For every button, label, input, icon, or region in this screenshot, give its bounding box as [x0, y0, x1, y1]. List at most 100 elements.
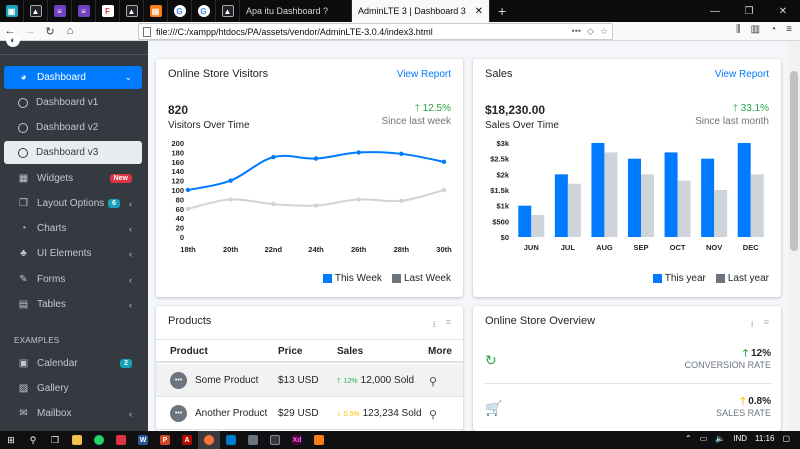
legend-swatch	[391, 274, 401, 283]
whatsapp-icon[interactable]	[88, 431, 110, 449]
envelope-icon: ✉	[19, 408, 28, 419]
pinned-tab-5[interactable]: F	[96, 0, 120, 22]
tab-apa-itu-dashboard[interactable]: Apa itu Dashboard ?	[240, 0, 352, 22]
sidebar-item-charts[interactable]: ◔ Charts ‹	[4, 217, 142, 240]
bars-icon[interactable]: ≡	[446, 317, 451, 333]
app-orange-icon[interactable]	[308, 431, 330, 449]
sales-view-report-link[interactable]: View Report	[715, 69, 769, 80]
menu-icon[interactable]: ≡	[786, 24, 792, 35]
pinned-tab-3[interactable]: ≡	[48, 0, 72, 22]
col-product: Product	[170, 346, 208, 357]
sidebar-item-forms[interactable]: ✎ Forms ‹	[4, 268, 142, 291]
sidebar-item-dashboard-v1[interactable]: Dashboard v1	[4, 91, 142, 114]
app-dark-icon[interactable]	[264, 431, 286, 449]
new-tab-button[interactable]: +	[490, 3, 514, 19]
data-point-this-week	[441, 159, 447, 164]
download-icon[interactable]: ⭳	[433, 317, 436, 333]
word-icon[interactable]: W	[132, 431, 154, 449]
pocket-icon[interactable]: ◇	[587, 26, 594, 37]
search-icon[interactable]: ⚲	[429, 408, 437, 421]
vscode-icon[interactable]	[220, 431, 242, 449]
chevron-left-icon: ‹	[129, 299, 132, 310]
sidebar-item-dashboard-v3[interactable]: Dashboard v3	[4, 141, 142, 164]
sidebar-item-dashboard[interactable]: ◕ Dashboard ⌄	[4, 66, 142, 89]
chevron-up-icon[interactable]: ⌃	[685, 434, 692, 443]
app-red-icon[interactable]	[110, 431, 132, 449]
search-icon[interactable]: ⚲	[22, 431, 44, 449]
sales-delta-label: Since last month	[695, 116, 769, 127]
scrollbar-thumb[interactable]	[790, 71, 798, 251]
sidebar-item-ui-elements[interactable]: ♣ UI Elements ‹	[4, 242, 142, 265]
task-view-icon[interactable]: ❐	[44, 431, 66, 449]
url-bar[interactable]: file:///C:/xampp/htdocs/PA/assets/vendor…	[138, 23, 613, 40]
language-indicator[interactable]: IND	[733, 434, 747, 443]
pinned-tab-10[interactable]: ▲	[216, 0, 240, 22]
page-scrollbar[interactable]	[788, 41, 800, 431]
pinned-tab-4[interactable]: ≡	[72, 0, 96, 22]
network-icon[interactable]: ▭	[700, 434, 708, 443]
pinned-tab-9[interactable]: G	[192, 0, 216, 22]
pinned-tab-8[interactable]: G	[168, 0, 192, 22]
page-actions-icon[interactable]: •••	[572, 26, 581, 37]
x-tick-label: 18th	[180, 245, 196, 254]
volume-icon[interactable]: 🔈	[715, 434, 725, 443]
product-image-icon: •••	[170, 405, 187, 422]
home-icon[interactable]: ⌂	[60, 25, 80, 37]
y-tick-label: $500	[492, 217, 509, 226]
windows-taskbar: ⊞ ⚲ ❐ W P A Xd ⌃ ▭ 🔈 IND 11:16 ▢	[0, 431, 800, 449]
forward-icon[interactable]: →	[20, 25, 40, 37]
data-point-last-week	[356, 197, 361, 202]
file-explorer-icon[interactable]	[66, 431, 88, 449]
arrow-up-icon: 🡑	[414, 103, 423, 114]
sidebar-item-layout-options[interactable]: ❐ Layout Options 6 ‹	[4, 192, 142, 215]
reload-icon[interactable]: ↻	[40, 25, 60, 38]
warning-icon: ▲	[29, 5, 42, 17]
bar-this-year	[701, 158, 715, 237]
windows-start-icon[interactable]: ⊞	[0, 431, 22, 449]
sidebar-item-tables[interactable]: ▤ Tables ‹	[4, 293, 142, 316]
sidebar-item-gallery[interactable]: ▨ Gallery	[4, 377, 142, 400]
firefox-icon[interactable]	[198, 431, 220, 449]
products-card-title: Products	[168, 315, 212, 327]
x-tick-label: JUL	[561, 243, 576, 252]
sidebar-item-label: Forms	[37, 274, 66, 285]
user-avatar-icon[interactable]: ◐	[6, 33, 20, 47]
pinned-tab-1[interactable]: ▣	[0, 0, 24, 22]
sidebar-item-widgets[interactable]: ▦ Widgets New	[4, 167, 142, 190]
close-icon[interactable]: ✕	[475, 6, 483, 17]
sidebar-item-label: Dashboard v2	[36, 122, 99, 133]
new-badge: New	[109, 174, 132, 183]
acrobat-icon[interactable]: A	[176, 431, 198, 449]
xd-icon[interactable]: Xd	[286, 431, 308, 449]
clock[interactable]: 11:16	[755, 434, 774, 443]
legend-this-week: This Week	[322, 273, 382, 284]
sidebar-item-calendar[interactable]: ▣ Calendar 2	[4, 352, 142, 375]
sidebar-item-mailbox[interactable]: ✉ Mailbox ‹	[4, 402, 142, 425]
sidebar-item-dashboard-v2[interactable]: Dashboard v2	[4, 116, 142, 139]
pinned-tab-6[interactable]: ▲	[120, 0, 144, 22]
data-point-last-week	[271, 201, 276, 207]
extension-icon[interactable]: ◔	[770, 24, 776, 35]
notification-icon[interactable]: ▢	[782, 434, 790, 443]
sidebar-toggle-icon[interactable]: ▥	[751, 24, 760, 35]
sidebar-item-label: Widgets	[37, 173, 74, 184]
powerpoint-icon[interactable]: P	[154, 431, 176, 449]
search-icon[interactable]: ⚲	[429, 375, 437, 388]
overview-row-conversion: ↻ 🡑 12% CONVERSION RATE	[485, 338, 771, 384]
bars-icon[interactable]: ≡	[764, 317, 769, 333]
visitors-view-report-link[interactable]: View Report	[397, 69, 451, 80]
pinned-tab-2[interactable]: ▲	[24, 0, 48, 22]
star-icon[interactable]: ☆	[600, 26, 608, 37]
library-icon[interactable]: ⫼	[736, 24, 741, 35]
maximize-icon[interactable]: ❐	[732, 0, 766, 22]
product-sold: 12,000 Sold	[360, 375, 415, 386]
minimize-icon[interactable]: —	[698, 0, 732, 22]
legend-label: Last year	[727, 273, 769, 284]
app-grey-icon[interactable]	[242, 431, 264, 449]
tree-icon: ♣	[20, 248, 27, 259]
close-window-icon[interactable]: ✕	[766, 0, 800, 22]
download-icon[interactable]: ⭳	[751, 317, 754, 333]
pinned-tab-7[interactable]: ▤	[144, 0, 168, 22]
tab-adminlte-dashboard[interactable]: AdminLTE 3 | Dashboard 3 ✕	[352, 0, 490, 22]
list-icon: ≡	[77, 5, 90, 17]
